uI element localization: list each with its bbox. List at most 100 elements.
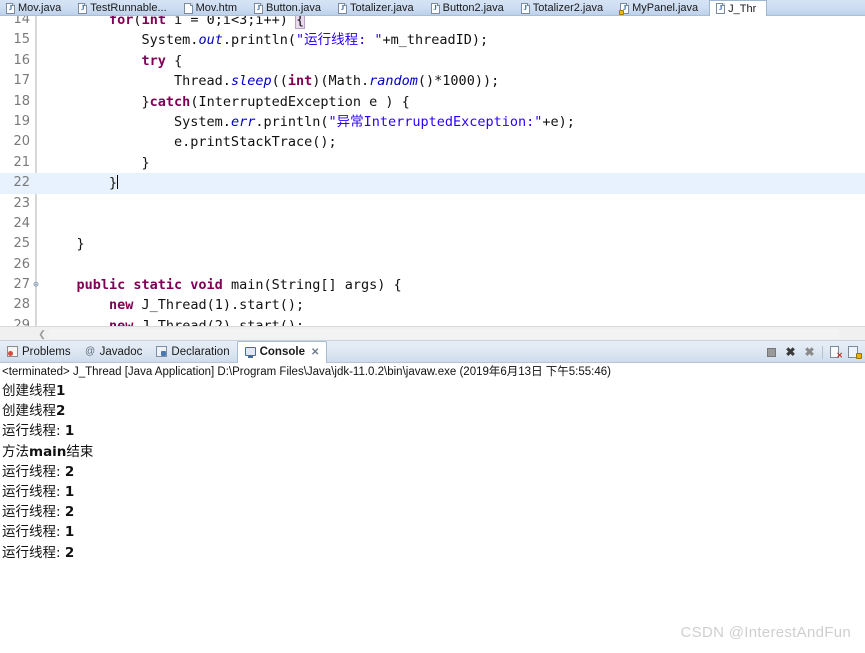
code-text: for(int i = 0;i<3;i++) {	[44, 16, 306, 30]
code-text: public static void main(String[] args) {	[76, 277, 402, 294]
line-number: 24	[13, 215, 30, 231]
code-line[interactable]: 19 System.err.println("异常InterruptedExce…	[0, 112, 865, 132]
java-file-icon: J	[6, 2, 15, 14]
fold-toggle-icon[interactable]: ⊖	[31, 275, 41, 295]
console-output-line: 创建线程2	[2, 403, 66, 420]
console-output[interactable]: 创建线程1 创建线程2 运行线程: 1 方法main结束 运行线程: 2 运行线程: 1 运…	[0, 381, 865, 621]
code-line[interactable]: 26	[0, 255, 865, 275]
java-file-icon: J	[338, 2, 348, 14]
code-line[interactable]: 20 e.printStackTrace();	[0, 132, 865, 152]
editor-tab-label: Button2.java	[442, 2, 504, 14]
java-file-icon: J	[254, 2, 263, 14]
line-number: 18	[13, 93, 30, 109]
java-file-icon-warning: J	[619, 2, 630, 15]
panel-tab-declaration[interactable]: Declaration	[149, 341, 236, 363]
line-number: 16	[13, 52, 30, 68]
console-output-line: 运行线程: 1	[2, 483, 75, 500]
editor-tab-bar: J Mov.java J TestRunnable... Mov.htm J Button.…	[0, 0, 865, 16]
code-lines: 14 for(int i = 0;i<3;i++) {15 System.out…	[0, 16, 865, 326]
line-number: 17	[13, 73, 30, 89]
code-line[interactable]: 18 }catch(InterruptedException e ) {	[0, 92, 865, 112]
java-file-icon: J	[78, 2, 88, 14]
line-number: 28	[13, 297, 30, 313]
editor-tab-label: J_Thr	[728, 2, 757, 15]
remove-launch-button[interactable]: ✖	[784, 345, 797, 359]
java-file-icon: J	[520, 2, 530, 14]
toolbar-separator	[822, 345, 823, 359]
line-number: 14	[13, 16, 30, 27]
editor-tab-button-java[interactable]: J Button.java	[248, 0, 332, 16]
clear-console-button[interactable]: ✕	[829, 345, 843, 359]
text-caret	[117, 175, 119, 190]
close-icon[interactable]: ✕	[311, 347, 319, 358]
line-number: 22	[13, 175, 30, 191]
console-status-line: <terminated> J_Thread [Java Application]…	[2, 366, 611, 378]
panel-tab-console[interactable]: Console ✕	[236, 340, 328, 363]
editor-horizontal-scrollbar[interactable]: ❮	[0, 326, 865, 340]
editor-tab-j-thr[interactable]: J J_Thr	[709, 0, 768, 16]
code-text: }	[44, 175, 119, 192]
line-number: 15	[13, 32, 30, 48]
console-icon	[244, 346, 256, 358]
editor-tab-label: Mov.java	[18, 2, 62, 14]
editor-tab-testrunnable[interactable]: J TestRunnable...	[72, 0, 177, 16]
console-output-line: 运行线程: 1	[2, 524, 75, 541]
editor-tab-label: MyPanel.java	[632, 2, 699, 14]
line-number: 27	[13, 277, 30, 293]
code-line[interactable]: 22 }	[0, 173, 865, 194]
editor-tab-label: Totalizer2.java	[532, 2, 604, 14]
code-editor[interactable]: 14 for(int i = 0;i<3;i++) {15 System.out…	[0, 16, 865, 326]
editor-tab-label: Totalizer.java	[350, 2, 414, 14]
console-output-line: 运行线程: 1	[2, 423, 75, 440]
code-line[interactable]: 16 try {	[0, 51, 865, 71]
code-text: e.printStackTrace();	[44, 134, 337, 151]
panel-tab-bar: Problems @ Javadoc Declaration Console ✕ ✖ ✖ …	[0, 340, 865, 363]
code-line[interactable]: 24	[0, 214, 865, 234]
code-text: Thread.sleep((int)(Math.random()*1000));	[44, 73, 500, 90]
javadoc-icon: @	[85, 346, 96, 357]
code-line[interactable]: 17 Thread.sleep((int)(Math.random()*1000…	[0, 71, 865, 91]
panel-tab-javadoc[interactable]: @ Javadoc	[78, 341, 150, 363]
code-text: }	[44, 154, 150, 171]
editor-tab-mov-htm[interactable]: Mov.htm	[178, 0, 248, 16]
html-file-icon	[183, 2, 193, 14]
code-line[interactable]: 21 }	[0, 153, 865, 173]
line-number: 23	[13, 195, 30, 211]
editor-tab-button2-java[interactable]: J Button2.java	[425, 0, 515, 16]
console-toolbar: ✖ ✖ ✕	[765, 341, 862, 363]
editor-tab-totalizer-java[interactable]: J Totalizer.java	[332, 0, 425, 16]
remove-all-terminated-button[interactable]: ✖	[803, 345, 816, 359]
java-file-icon: J	[716, 3, 726, 14]
panel-tab-label: Javadoc	[99, 345, 143, 358]
panel-tab-problems[interactable]: Problems	[0, 341, 78, 363]
editor-tab-label: Mov.htm	[195, 2, 237, 14]
code-line[interactable]: 25 }	[0, 234, 865, 254]
terminate-button[interactable]	[765, 346, 778, 359]
eclipse-ide-window: J Mov.java J TestRunnable... Mov.htm J Button.…	[0, 0, 865, 653]
editor-tab-mypanel-java[interactable]: J MyPanel.java	[614, 0, 709, 16]
scrollbar-thumb[interactable]	[49, 329, 839, 339]
code-text: new J_Thread(1).start();	[109, 297, 305, 314]
console-output-line: 创建线程1	[2, 383, 66, 399]
declaration-icon	[156, 346, 168, 357]
editor-tab-mov-java[interactable]: J Mov.java	[0, 0, 72, 16]
code-text: System.out.println("运行线程: "+m_threadID);	[44, 32, 489, 49]
code-line[interactable]: 15 System.out.println("运行线程: "+m_threadI…	[0, 30, 865, 50]
scroll-lock-button[interactable]	[848, 345, 862, 359]
bottom-panel: Problems @ Javadoc Declaration Console ✕ ✖ ✖ …	[0, 340, 865, 653]
line-number: 21	[13, 154, 30, 170]
scroll-left-icon[interactable]: ❮	[36, 328, 48, 340]
code-text: new J_Thread(2).start();	[109, 317, 305, 326]
console-output-line: 运行线程: 2	[2, 544, 75, 561]
editor-tab-label: TestRunnable...	[90, 2, 167, 14]
code-line[interactable]: 23	[0, 194, 865, 214]
editor-tab-totalizer2-java[interactable]: J Totalizer2.java	[515, 0, 614, 16]
problems-icon	[7, 346, 18, 357]
code-text: }catch(InterruptedException e ) {	[44, 93, 410, 110]
code-line[interactable]: 27 ⊖ public static void main(String[] arg…	[0, 275, 865, 295]
code-line[interactable]: 28 new J_Thread(1).start();	[0, 295, 865, 315]
code-line[interactable]: 14 for(int i = 0;i<3;i++) {	[0, 16, 865, 30]
code-line[interactable]: 29 new J_Thread(2).start();	[0, 316, 865, 326]
line-number: 29	[13, 317, 30, 326]
line-number: 25	[13, 236, 30, 252]
